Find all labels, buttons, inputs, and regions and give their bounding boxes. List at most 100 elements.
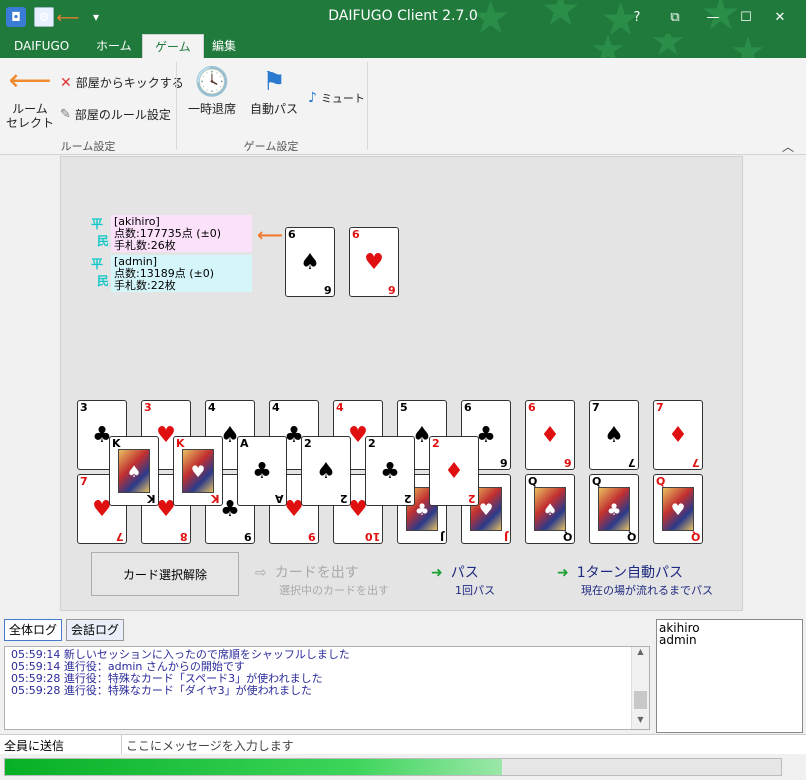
card-suit-icon: ♠ — [316, 458, 336, 484]
card-rank: 6 — [288, 228, 296, 241]
group-label-game: ゲーム設定 — [243, 140, 299, 153]
card-suit-icon: ♣ — [380, 458, 400, 484]
tab-game[interactable]: ゲーム — [142, 34, 204, 58]
play-cards-button[interactable]: ⇨ カードを出す 選択中のカードを出す — [255, 562, 389, 598]
tab-home[interactable]: ホーム — [84, 34, 144, 58]
ribbon: ⟵ ルーム セレクト ✕ 部屋からキックする ✎ 部屋のルール設定 ルーム設定 … — [0, 58, 806, 155]
turn-arrow-icon: ⟵ — [257, 225, 283, 246]
edit-icon: ✎ — [60, 107, 71, 122]
card-suit-icon: ♥ — [662, 487, 694, 531]
message-input[interactable]: ここにメッセージを入力します — [124, 735, 806, 754]
maximize-button[interactable]: ☐ — [733, 5, 759, 29]
tab-daifugo[interactable]: DAIFUGO — [2, 34, 81, 58]
progress-fill — [5, 759, 502, 775]
room-rules-button[interactable]: ✎ 部屋のルール設定 — [60, 106, 171, 123]
minimize-button[interactable]: — — [700, 5, 726, 29]
close-button[interactable]: ✕ — [767, 5, 793, 29]
player-hand-count: 手札数:26枚 — [114, 239, 176, 252]
playing-card[interactable]: K ♠ K — [109, 436, 159, 506]
log-scrollbar[interactable]: ▲ ▼ — [631, 647, 649, 729]
progress-bar — [4, 758, 782, 776]
card-suit-icon: ♦ — [540, 422, 560, 448]
player-admin: 平民 [admin] 点数:13189点 (±0) 手札数:22枚 — [87, 255, 252, 292]
log-line: 05:59:28 進行役：特殊なカード「ダイヤ3」が使われました — [11, 684, 313, 697]
card-rank: 2 — [404, 492, 412, 505]
deselect-cards-button[interactable]: カード選択解除 — [91, 552, 239, 596]
leave-label: 一時退席 — [187, 102, 236, 116]
flag-icon: ⚑ — [262, 67, 286, 97]
playing-card[interactable]: 2 ♦ 2 — [429, 436, 479, 506]
card-suit-icon: ♠ — [300, 249, 320, 275]
card-rank: 4 — [208, 401, 216, 414]
playing-card[interactable]: 7 ♠ 7 — [589, 400, 639, 470]
card-rank: 7 — [592, 401, 600, 414]
tab-chat-log[interactable]: 会話ログ — [66, 619, 125, 641]
pass-label: パス — [450, 565, 479, 581]
card-suit-icon: ♦ — [668, 422, 688, 448]
card-rank: 6 — [324, 283, 332, 296]
card-rank: 6 — [564, 456, 572, 469]
player-akihiro: 平民 [akihiro] 点数:177735点 (±0) 手札数:26枚 — [87, 215, 252, 252]
auto-pass-ribbon-button[interactable]: ⚑ 自動パス — [250, 66, 298, 116]
arrow-right-icon: ➜ — [557, 565, 569, 581]
arrow-right-icon: ➜ — [431, 565, 443, 581]
card-rank: 2 — [368, 437, 376, 450]
card-rank: 6 — [388, 283, 396, 296]
card-rank: 7 — [116, 530, 124, 543]
tab-all-log[interactable]: 全体ログ — [4, 619, 63, 641]
pass-button[interactable]: ➜ パス 1回パス — [431, 562, 495, 598]
card-rank: 4 — [336, 401, 344, 414]
auto-pass-button[interactable]: ➜ 1ターン自動パス 現在の場が流れるまでパス — [557, 562, 713, 598]
scroll-thumb[interactable] — [634, 691, 647, 709]
card-rank: 9 — [308, 530, 316, 543]
card-rank: 9 — [244, 530, 252, 543]
back-arrow-icon: ⟵ — [8, 63, 52, 98]
playing-card[interactable]: A ♣ A — [237, 436, 287, 506]
card-suit-icon: ♠ — [604, 422, 624, 448]
card-rank: K — [176, 437, 185, 450]
arrow-right-icon: ⇨ — [255, 565, 267, 581]
playing-card[interactable]: 2 ♣ 2 — [365, 436, 415, 506]
ribbon-tabs: ★ ★ ★ DAIFUGO ホーム ゲーム 編集 — [0, 34, 806, 58]
scroll-up-icon[interactable]: ▲ — [632, 647, 649, 661]
auto-pass-sublabel: 現在の場が流れるまでパス — [581, 584, 713, 597]
mute-button[interactable]: ♪ ミュート — [308, 90, 365, 106]
room-select-label-2: セレクト — [6, 116, 55, 130]
card-suit-icon: ♠ — [534, 487, 566, 531]
log-box[interactable]: 05:59:14 新しいセッションに入ったので席順をシャッフルしました 05:5… — [4, 646, 650, 730]
playing-card[interactable]: 2 ♠ 2 — [301, 436, 351, 506]
auto-pass-label: 自動パス — [250, 102, 299, 116]
kick-button[interactable]: ✕ 部屋からキックする — [60, 74, 184, 91]
playing-card[interactable]: Q ♥ Q — [653, 474, 703, 544]
user-item[interactable]: admin — [659, 634, 800, 646]
card-rank: J — [503, 530, 508, 543]
card-rank: K — [147, 492, 156, 505]
card-rank: Q — [592, 475, 602, 488]
room-select-button[interactable]: ⟵ ルーム セレクト — [6, 63, 55, 131]
leave-button[interactable]: 🕓 一時退席 — [186, 66, 238, 117]
auto-pass-action-label: 1ターン自動パス — [576, 565, 683, 581]
playing-card[interactable]: Q ♠ Q — [525, 474, 575, 544]
playing-card[interactable]: 7 ♦ 7 — [653, 400, 703, 470]
play-sublabel: 選択中のカードを出す — [279, 584, 389, 597]
playing-card[interactable]: Q ♣ Q — [589, 474, 639, 544]
restore-icon[interactable]: ⧉ — [662, 5, 688, 29]
playing-card[interactable]: 6 ♦ 6 — [525, 400, 575, 470]
room-select-label-1: ルーム — [12, 102, 48, 116]
card-rank: 6 — [500, 456, 508, 469]
card-rank: 7 — [628, 456, 636, 469]
playing-card[interactable]: 6 ♠ 6 — [285, 227, 335, 297]
tab-edit[interactable]: 編集 — [200, 34, 248, 58]
card-rank: K — [211, 492, 220, 505]
scroll-down-icon[interactable]: ▼ — [632, 715, 649, 729]
playing-card[interactable]: 6 ♥ 6 — [349, 227, 399, 297]
card-rank: 7 — [656, 401, 664, 414]
card-rank: Q — [528, 475, 538, 488]
card-rank: Q — [656, 475, 666, 488]
playing-card[interactable]: K ♥ K — [173, 436, 223, 506]
collapse-ribbon-icon[interactable]: ︿ — [782, 138, 794, 155]
send-target[interactable]: 全員に送信 — [0, 735, 122, 754]
card-rank: 2 — [304, 437, 312, 450]
help-button[interactable]: ? — [624, 5, 650, 29]
close-icon: ✕ — [60, 74, 72, 91]
